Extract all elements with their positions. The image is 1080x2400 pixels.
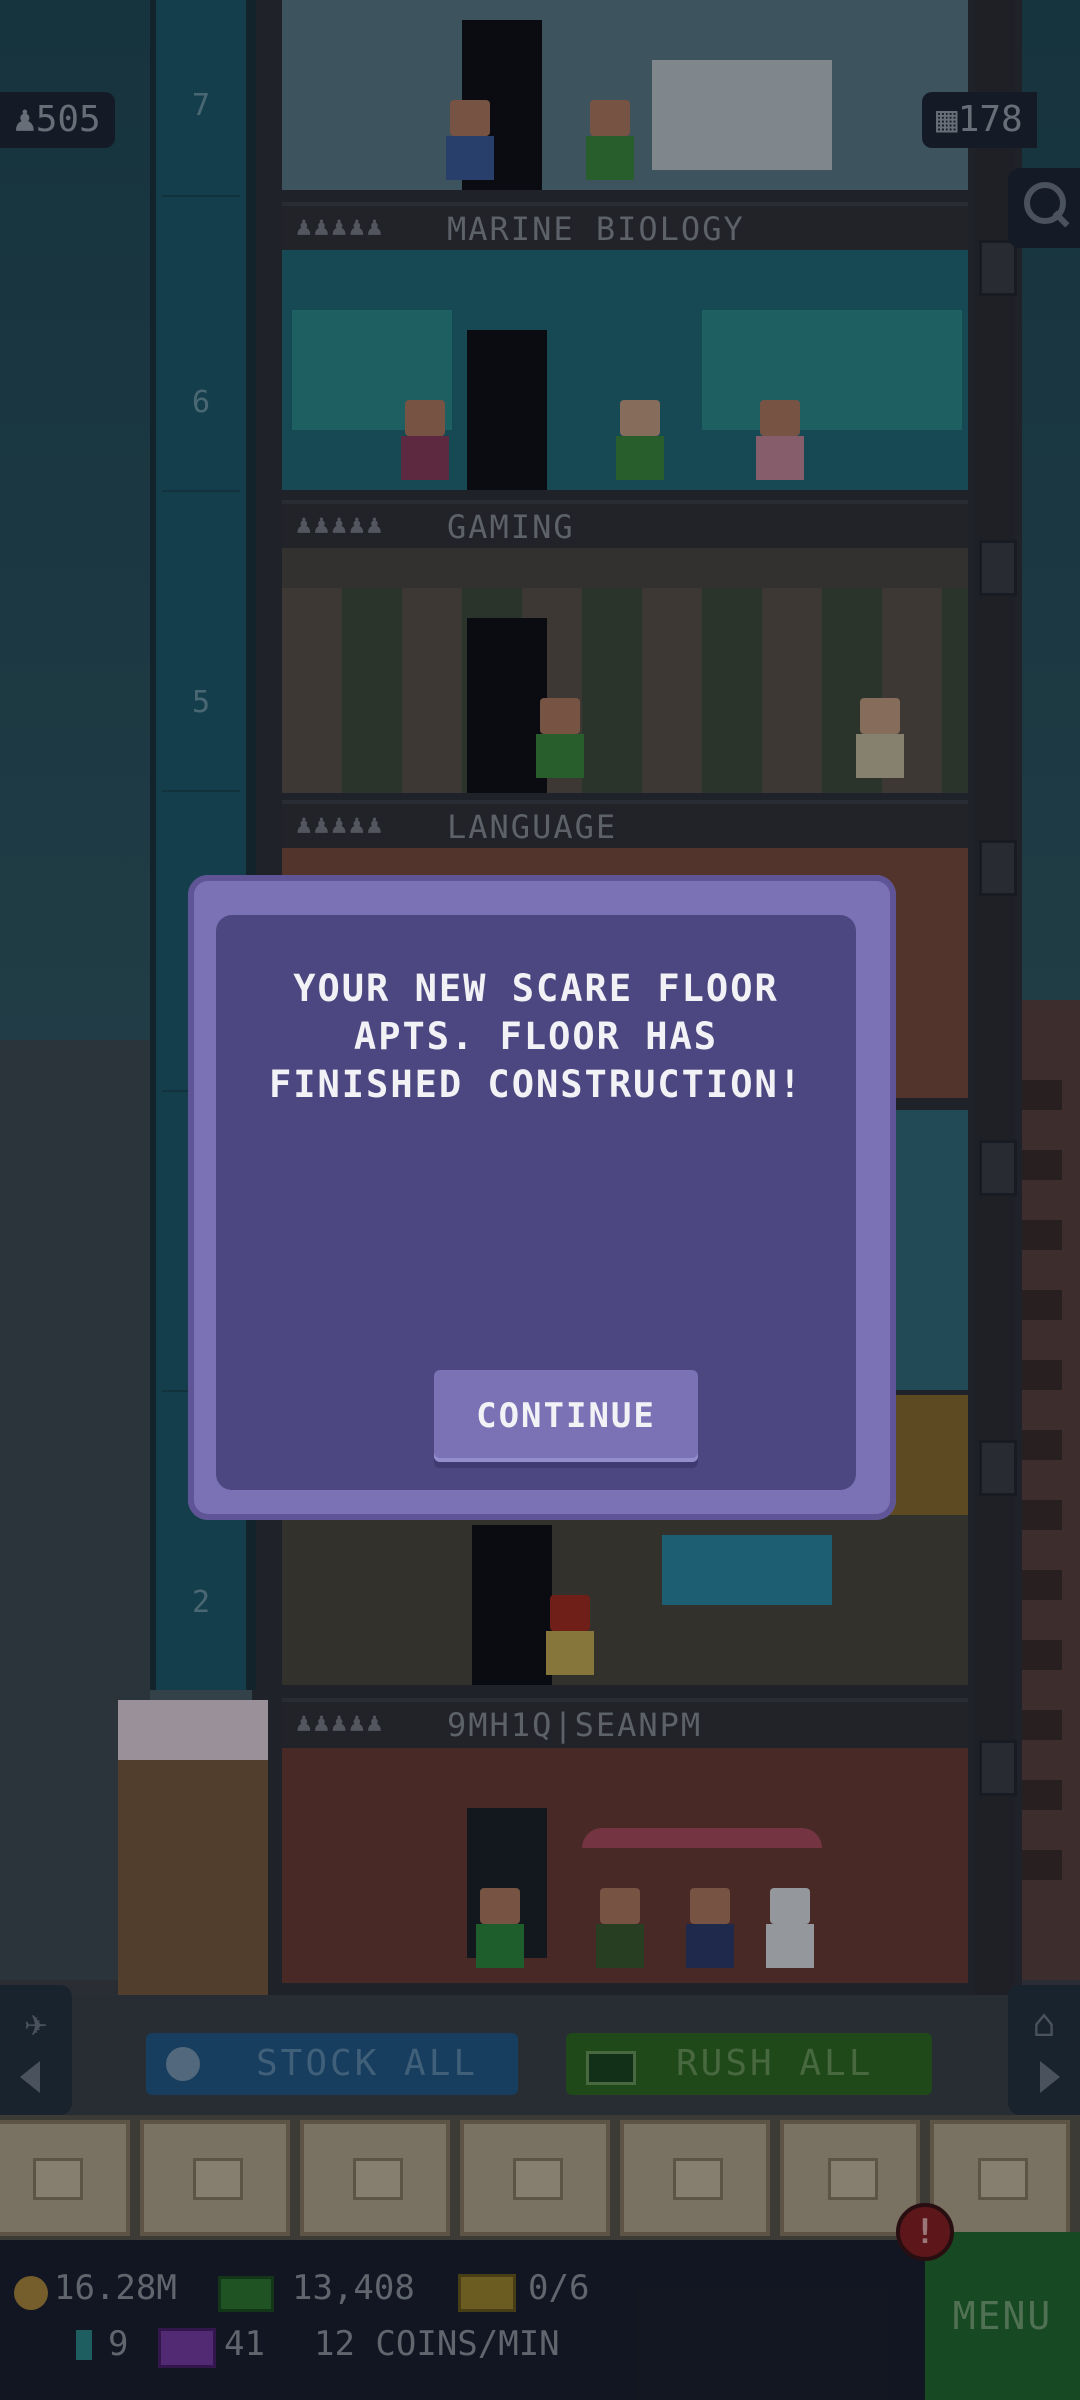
floor-name: 9MH1Q|SEANPM — [447, 1706, 703, 1744]
clock-icon — [166, 2047, 200, 2081]
floor-number: 6 — [191, 385, 211, 420]
search-button[interactable] — [1008, 168, 1080, 248]
coin-balance: 16.28M — [54, 2268, 177, 2308]
floor-stars: ♟♟♟♟♟ — [296, 212, 385, 242]
lobby[interactable] — [282, 1748, 968, 1983]
arrow-left-icon — [20, 2061, 40, 2093]
stock-all-button[interactable]: STOCK ALL — [146, 2033, 518, 2095]
crate-slot[interactable] — [300, 2120, 450, 2236]
tv-count: 41 — [224, 2324, 265, 2364]
crate-slot[interactable] — [0, 2120, 130, 2236]
ticket-icon — [458, 2274, 516, 2312]
floor-name: LANGUAGE — [447, 808, 618, 846]
floor-number: 7 — [191, 88, 211, 123]
nav-right-button[interactable]: ⌂ — [1008, 1985, 1080, 2115]
floor-room[interactable] — [282, 0, 968, 190]
crate-slot[interactable] — [460, 2120, 610, 2236]
arrow-right-icon — [1040, 2061, 1060, 2093]
continue-button[interactable]: CONTINUE — [434, 1370, 698, 1462]
crate-slot[interactable] — [620, 2120, 770, 2236]
alert-badge[interactable]: ! — [896, 2203, 954, 2261]
population-counter[interactable]: ♟505 — [0, 92, 115, 148]
dialog-message: YOUR NEW SCARE FLOOR APTS. FLOOR HAS FIN… — [268, 967, 804, 1106]
floor-label: ♟♟♟♟♟ 9MH1Q|SEANPM — [282, 1698, 968, 1746]
construction-complete-dialog: YOUR NEW SCARE FLOOR APTS. FLOOR HAS FIN… — [188, 875, 902, 1520]
person-icon: ♟ — [14, 99, 36, 140]
floor-label: ♟♟♟♟♟ MARINE BIOLOGY — [282, 202, 968, 250]
bux-icon — [218, 2276, 274, 2312]
floor-label: ♟♟♟♟♟ GAMING — [282, 500, 968, 548]
ticket-count: 0/6 — [528, 2268, 590, 2308]
tower-rail — [975, 0, 1017, 1995]
floor-room-marine-biology[interactable] — [282, 250, 968, 490]
tv-icon — [158, 2328, 216, 2368]
crate-slot[interactable] — [140, 2120, 290, 2236]
floor-label: ♟♟♟♟♟ LANGUAGE — [282, 800, 968, 848]
floor-name: GAMING — [447, 508, 575, 546]
floor-number: 2 — [191, 1585, 211, 1620]
bux-balance: 13,408 — [292, 2268, 415, 2308]
home-icon: ⌂ — [1032, 2001, 1056, 2045]
menu-button[interactable]: MENU — [925, 2232, 1080, 2400]
nav-left-button[interactable]: ✈ — [0, 1985, 72, 2115]
elevator-person-icon: ✈ — [24, 2001, 48, 2045]
floor-stars: ♟♟♟♟♟ — [296, 1708, 385, 1738]
rush-all-button[interactable]: RUSH ALL — [566, 2033, 932, 2095]
coin-rate: 12 COINS/MIN — [314, 2324, 560, 2364]
floor-number: 5 — [191, 685, 211, 720]
currency-hud: 16.28M 13,408 0/6 9 41 12 COINS/MIN — [0, 2240, 925, 2400]
coin-icon — [14, 2276, 48, 2310]
floor-counter[interactable]: ▦178 — [922, 92, 1037, 148]
building-grid-icon: ▦ — [936, 99, 958, 140]
floor-stars: ♟♟♟♟♟ — [296, 510, 385, 540]
gem-icon — [76, 2330, 92, 2360]
floor-name: MARINE BIOLOGY — [447, 210, 745, 248]
floor-stars: ♟♟♟♟♟ — [296, 810, 385, 840]
dialog-panel: YOUR NEW SCARE FLOOR APTS. FLOOR HAS FIN… — [216, 915, 856, 1490]
bux-icon — [586, 2051, 636, 2085]
floor-room-gaming[interactable] — [282, 548, 968, 793]
gem-count: 9 — [108, 2324, 129, 2364]
